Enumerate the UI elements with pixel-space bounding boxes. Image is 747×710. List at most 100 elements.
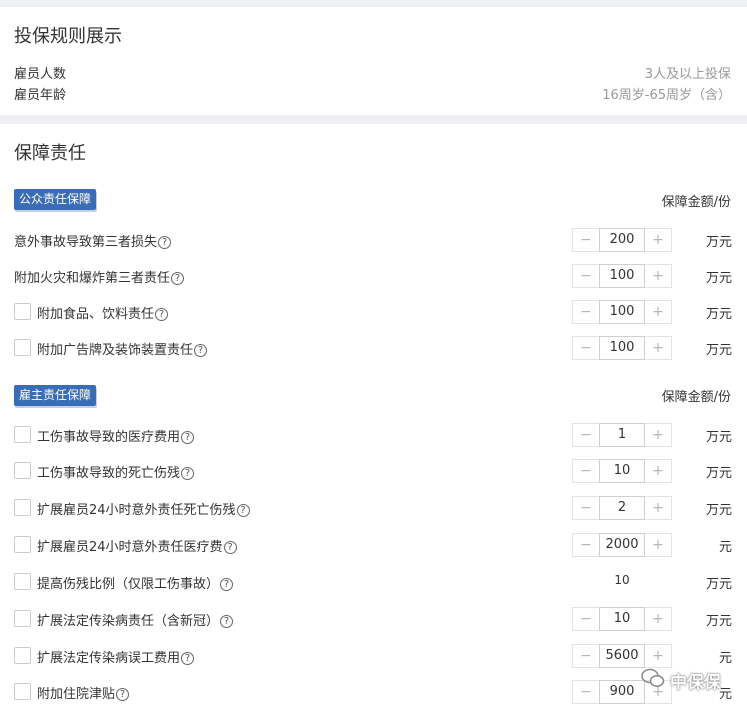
rule-label-employee-count: 雇员人数: [14, 67, 67, 82]
quantity-stepper: − 2000 +: [572, 533, 672, 557]
coverage-title: 保障责任: [14, 143, 86, 164]
public-amount-header: 保障金额/份: [661, 195, 731, 210]
coverage-row: 附加食品、饮料责任? − 100 + 万元: [0, 300, 747, 324]
help-icon[interactable]: ?: [155, 308, 169, 321]
amount-input[interactable]: 1: [599, 423, 645, 447]
coverage-item-label: 工伤事故导致的死亡伤残?: [37, 462, 195, 481]
minus-button[interactable]: −: [573, 497, 599, 519]
coverage-checkbox[interactable]: [14, 573, 31, 590]
quantity-stepper: − 1 +: [572, 423, 672, 447]
coverage-row: 扩展雇员24小时意外责任死亡伤残? − 2 + 万元: [0, 496, 747, 520]
help-icon[interactable]: ?: [171, 272, 185, 285]
coverage-item-label: 扩展雇员24小时意外责任死亡伤残?: [37, 499, 250, 518]
unit-label: 万元: [705, 614, 732, 629]
coverage-checkbox[interactable]: [14, 462, 31, 479]
unit-label: 元: [718, 651, 732, 666]
amount-input[interactable]: 10: [599, 459, 645, 483]
plus-button[interactable]: +: [645, 534, 671, 556]
coverage-item-label: 工伤事故导致的医疗费用?: [37, 426, 195, 445]
unit-label: 万元: [705, 343, 732, 358]
coverage-row: 附加住院津贴? − 900 + 元: [0, 680, 747, 704]
rules-title: 投保规则展示: [14, 26, 122, 47]
help-icon[interactable]: ?: [181, 652, 195, 665]
coverage-item-label: 附加广告牌及装饰装置责任?: [37, 339, 208, 358]
minus-button[interactable]: −: [573, 534, 599, 556]
quantity-stepper: − 10 +: [572, 459, 672, 483]
quantity-stepper: − 100 +: [572, 336, 672, 360]
plus-button[interactable]: +: [645, 608, 671, 630]
amount-input[interactable]: 2: [599, 496, 645, 520]
amount-input[interactable]: 900: [599, 680, 645, 704]
amount-input[interactable]: 100: [599, 264, 645, 288]
amount-input[interactable]: 100: [599, 336, 645, 360]
amount-input[interactable]: 200: [599, 228, 645, 252]
minus-button[interactable]: −: [573, 301, 599, 323]
plus-button[interactable]: +: [645, 460, 671, 482]
help-icon[interactable]: ?: [181, 467, 195, 480]
coverage-checkbox[interactable]: [14, 647, 31, 664]
coverage-row: 工伤事故导致的医疗费用? − 1 + 万元: [0, 423, 747, 447]
coverage-item-label: 扩展雇员24小时意外责任医疗费?: [37, 536, 237, 555]
quantity-stepper: − 10 +: [572, 607, 672, 631]
employer-amount-header: 保障金额/份: [661, 390, 731, 405]
amount-input[interactable]: 10: [599, 607, 645, 631]
minus-button[interactable]: −: [573, 460, 599, 482]
plus-button[interactable]: +: [645, 265, 671, 287]
plus-button[interactable]: +: [645, 301, 671, 323]
coverage-item-label: 附加食品、饮料责任?: [37, 303, 169, 322]
plus-button[interactable]: +: [645, 645, 671, 667]
coverage-row: 扩展法定传染病误工费用? − 5600 + 元: [0, 644, 747, 668]
coverage-checkbox[interactable]: [14, 499, 31, 516]
minus-button[interactable]: −: [573, 645, 599, 667]
help-icon[interactable]: ?: [181, 431, 195, 444]
minus-button[interactable]: −: [573, 265, 599, 287]
rule-value-employee-count: 3人及以上投保: [644, 67, 731, 82]
quantity-stepper: − 2 +: [572, 496, 672, 520]
minus-button[interactable]: −: [573, 424, 599, 446]
help-icon[interactable]: ?: [223, 541, 237, 554]
help-icon[interactable]: ?: [194, 344, 208, 357]
coverage-row: 附加广告牌及装饰装置责任? − 100 + 万元: [0, 336, 747, 360]
help-icon[interactable]: ?: [158, 236, 172, 249]
coverage-checkbox[interactable]: [14, 339, 31, 356]
coverage-row: 附加火灾和爆炸第三者责任? − 100 + 万元: [0, 264, 747, 288]
minus-button[interactable]: −: [573, 608, 599, 630]
plus-button[interactable]: +: [645, 497, 671, 519]
coverage-item-label: 提高伤残比例（仅限工伤事故）?: [37, 573, 234, 592]
help-icon[interactable]: ?: [220, 578, 234, 591]
quantity-stepper: − 5600 +: [572, 644, 672, 668]
coverage-checkbox[interactable]: [14, 536, 31, 553]
help-icon[interactable]: ?: [220, 615, 234, 628]
plus-button[interactable]: +: [645, 337, 671, 359]
coverage-checkbox[interactable]: [14, 683, 31, 700]
amount-input[interactable]: 5600: [599, 644, 645, 668]
amount-input[interactable]: 100: [599, 300, 645, 324]
plus-button[interactable]: +: [645, 229, 671, 251]
insurance-rules-card: 投保规则展示 雇员人数 3人及以上投保 雇员年龄 16周岁-65周岁（含）: [0, 7, 747, 115]
wechat-icon: [641, 668, 665, 687]
coverage-row: 扩展法定传染病责任（含新冠）? − 10 + 万元: [0, 607, 747, 631]
unit-label: 万元: [705, 307, 732, 322]
minus-button[interactable]: −: [573, 337, 599, 359]
quantity-stepper: − 100 +: [572, 300, 672, 324]
minus-button[interactable]: −: [573, 229, 599, 251]
coverage-checkbox[interactable]: [14, 610, 31, 627]
fixed-amount-value: 10: [614, 573, 630, 587]
help-icon[interactable]: ?: [236, 504, 250, 517]
coverage-row: 意外事故导致第三者损失? − 200 + 万元: [0, 228, 747, 252]
unit-label: 万元: [705, 466, 732, 481]
unit-label: 万元: [705, 430, 732, 445]
minus-button[interactable]: −: [573, 681, 599, 703]
coverage-row: 工伤事故导致的死亡伤残? − 10 + 万元: [0, 459, 747, 483]
coverage-item-label: 附加火灾和爆炸第三者责任?: [14, 267, 185, 286]
coverage-row: 扩展雇员24小时意外责任医疗费? − 2000 + 元: [0, 533, 747, 557]
unit-label: 万元: [705, 503, 732, 518]
coverage-checkbox[interactable]: [14, 426, 31, 443]
unit-label: 万元: [705, 235, 732, 250]
help-icon[interactable]: ?: [116, 688, 130, 701]
coverage-checkbox[interactable]: [14, 303, 31, 320]
amount-input[interactable]: 2000: [599, 533, 645, 557]
plus-button[interactable]: +: [645, 424, 671, 446]
coverage-card: 保障责任 公众责任保障 保障金额/份 意外事故导致第三者损失? − 200 + …: [0, 124, 747, 710]
coverage-item-label: 附加住院津贴?: [37, 683, 130, 702]
